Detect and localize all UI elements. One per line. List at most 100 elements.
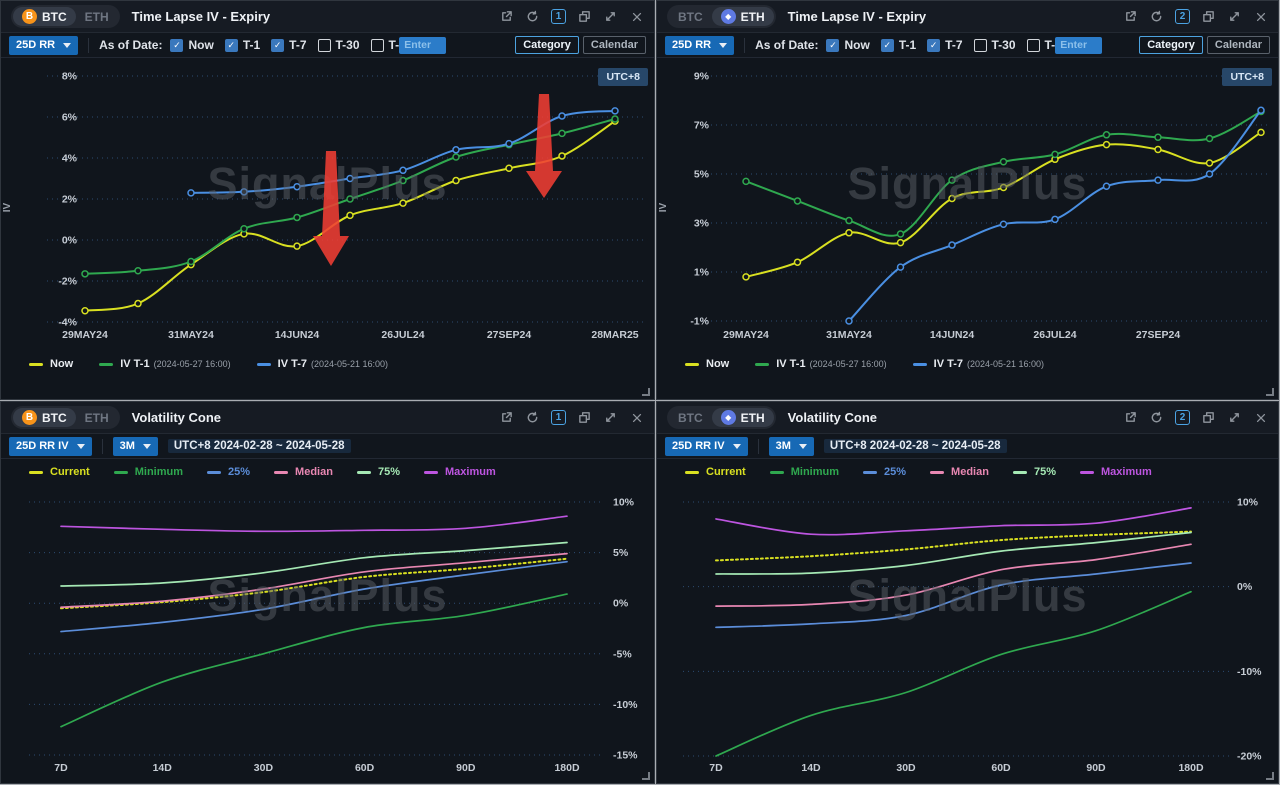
date-checkbox-now[interactable]: ✓Now xyxy=(826,38,869,52)
legend-item-median[interactable]: Median xyxy=(930,466,989,478)
metric-dropdown[interactable]: 25D RR xyxy=(9,36,78,55)
custom-date-input[interactable] xyxy=(399,37,446,54)
popout-icon[interactable] xyxy=(1123,9,1138,24)
legend-item-maximum[interactable]: Maximum xyxy=(424,466,496,478)
checkbox-checked-icon[interactable]: ✓ xyxy=(881,39,894,52)
tenor-dropdown[interactable]: 3M xyxy=(769,437,814,456)
coin-toggle[interactable]: BTC ◆ ETH xyxy=(667,406,776,429)
legend-label: Median xyxy=(295,466,333,478)
fullscreen-icon[interactable] xyxy=(603,410,618,425)
coin-option-eth[interactable]: ETH xyxy=(76,8,118,26)
legend-item-now[interactable]: Now xyxy=(685,358,729,370)
checkbox-checked-icon[interactable]: ✓ xyxy=(170,39,183,52)
refresh-icon[interactable] xyxy=(1149,410,1164,425)
coin-option-btc[interactable]: B BTC xyxy=(13,7,76,26)
date-checkbox-t-30[interactable]: T-30 xyxy=(974,38,1016,52)
resize-handle[interactable] xyxy=(1266,388,1274,396)
window-number-badge[interactable]: 2 xyxy=(1175,410,1190,425)
checkbox-unchecked-icon[interactable] xyxy=(1027,39,1040,52)
category-button[interactable]: Category xyxy=(515,36,579,54)
coin-option-eth[interactable]: ETH xyxy=(76,409,118,427)
legend-item-25-[interactable]: 25% xyxy=(207,466,250,478)
duplicate-icon[interactable] xyxy=(577,410,592,425)
coin-option-eth[interactable]: ◆ ETH xyxy=(712,408,774,427)
legend-item-25-[interactable]: 25% xyxy=(863,466,906,478)
legend-item-iv-t-1[interactable]: IV T-1(2024-05-27 16:00) xyxy=(755,358,886,370)
legend-item-minimum[interactable]: Minimum xyxy=(770,466,839,478)
popout-icon[interactable] xyxy=(499,410,514,425)
legend-swatch xyxy=(357,471,371,474)
resize-handle[interactable] xyxy=(1266,772,1274,780)
coin-toggle[interactable]: B BTC ETH xyxy=(11,5,120,28)
checkbox-unchecked-icon[interactable] xyxy=(371,39,384,52)
coin-toggle[interactable]: BTC ◆ ETH xyxy=(667,5,776,28)
resize-handle[interactable] xyxy=(642,772,650,780)
legend-item-minimum[interactable]: Minimum xyxy=(114,466,183,478)
metric-dropdown[interactable]: 25D RR xyxy=(665,36,734,55)
duplicate-icon[interactable] xyxy=(1201,410,1216,425)
legend-item-iv-t-1[interactable]: IV T-1(2024-05-27 16:00) xyxy=(99,358,230,370)
checkbox-unchecked-icon[interactable] xyxy=(974,39,987,52)
legend-item-75-[interactable]: 75% xyxy=(357,466,400,478)
date-checkbox-now[interactable]: ✓Now xyxy=(170,38,213,52)
btc-cone-chart[interactable]: 10%5%0%-5%-10%-15%7D14D30D60D90D180D xyxy=(1,485,654,782)
window-number-badge[interactable]: 1 xyxy=(551,9,566,24)
date-checkbox-t-1[interactable]: ✓T-1 xyxy=(881,38,916,52)
legend-item-current[interactable]: Current xyxy=(685,466,746,478)
calendar-button[interactable]: Calendar xyxy=(583,36,646,54)
legend-item-maximum[interactable]: Maximum xyxy=(1080,466,1152,478)
btc-timelapse-chart[interactable]: 8%6%4%2%0%-2%-4%29MAY2431MAY2414JUN2426J… xyxy=(1,58,654,348)
date-checkbox-t-7[interactable]: ✓T-7 xyxy=(927,38,962,52)
legend-item-now[interactable]: Now xyxy=(29,358,73,370)
date-checkbox-t-[interactable]: T- xyxy=(1027,38,1056,52)
date-checkbox-t-[interactable]: T- xyxy=(371,38,400,52)
duplicate-icon[interactable] xyxy=(1201,9,1216,24)
fullscreen-icon[interactable] xyxy=(1227,410,1242,425)
fullscreen-icon[interactable] xyxy=(1227,9,1242,24)
refresh-icon[interactable] xyxy=(525,410,540,425)
checkbox-checked-icon[interactable]: ✓ xyxy=(271,39,284,52)
close-icon[interactable] xyxy=(1253,410,1268,425)
svg-text:31MAY24: 31MAY24 xyxy=(826,329,872,341)
close-icon[interactable] xyxy=(1253,9,1268,24)
legend-item-iv-t-7[interactable]: IV T-7(2024-05-21 16:00) xyxy=(913,358,1044,370)
svg-text:9%: 9% xyxy=(694,71,710,83)
metric-dropdown[interactable]: 25D RR IV xyxy=(665,437,748,456)
popout-icon[interactable] xyxy=(1123,410,1138,425)
coin-option-btc[interactable]: BTC xyxy=(669,409,712,427)
legend-item-iv-t-7[interactable]: IV T-7(2024-05-21 16:00) xyxy=(257,358,388,370)
legend-item-75-[interactable]: 75% xyxy=(1013,466,1056,478)
legend-item-current[interactable]: Current xyxy=(29,466,90,478)
tenor-dropdown[interactable]: 3M xyxy=(113,437,158,456)
duplicate-icon[interactable] xyxy=(577,9,592,24)
calendar-button[interactable]: Calendar xyxy=(1207,36,1270,54)
coin-toggle[interactable]: B BTC ETH xyxy=(11,406,120,429)
coin-option-btc[interactable]: BTC xyxy=(669,8,712,26)
checkbox-checked-icon[interactable]: ✓ xyxy=(826,39,839,52)
custom-date-input[interactable] xyxy=(1055,37,1102,54)
close-icon[interactable] xyxy=(629,410,644,425)
date-checkbox-t-30[interactable]: T-30 xyxy=(318,38,360,52)
legend-item-median[interactable]: Median xyxy=(274,466,333,478)
coin-option-btc[interactable]: B BTC xyxy=(13,408,76,427)
date-checkbox-t-1[interactable]: ✓T-1 xyxy=(225,38,260,52)
coin-option-eth[interactable]: ◆ ETH xyxy=(712,7,774,26)
eth-timelapse-chart[interactable]: 9%7%5%3%1%-1%29MAY2431MAY2414JUN2426JUL2… xyxy=(657,58,1278,348)
close-icon[interactable] xyxy=(629,9,644,24)
eth-cone-chart[interactable]: 10%0%-10%-20%7D14D30D60D90D180D xyxy=(657,485,1278,782)
checkbox-checked-icon[interactable]: ✓ xyxy=(225,39,238,52)
panel-btc-timelapse: B BTC ETH Time Lapse IV - Expiry 1 25D R… xyxy=(0,0,655,400)
popout-icon[interactable] xyxy=(499,9,514,24)
checkbox-checked-icon[interactable]: ✓ xyxy=(927,39,940,52)
date-checkbox-t-7[interactable]: ✓T-7 xyxy=(271,38,306,52)
window-number-badge[interactable]: 1 xyxy=(551,410,566,425)
resize-handle[interactable] xyxy=(642,388,650,396)
window-number-badge[interactable]: 2 xyxy=(1175,9,1190,24)
refresh-icon[interactable] xyxy=(525,9,540,24)
metric-dropdown[interactable]: 25D RR IV xyxy=(9,437,92,456)
checkbox-unchecked-icon[interactable] xyxy=(318,39,331,52)
chevron-down-icon xyxy=(77,444,85,449)
refresh-icon[interactable] xyxy=(1149,9,1164,24)
category-button[interactable]: Category xyxy=(1139,36,1203,54)
fullscreen-icon[interactable] xyxy=(603,9,618,24)
